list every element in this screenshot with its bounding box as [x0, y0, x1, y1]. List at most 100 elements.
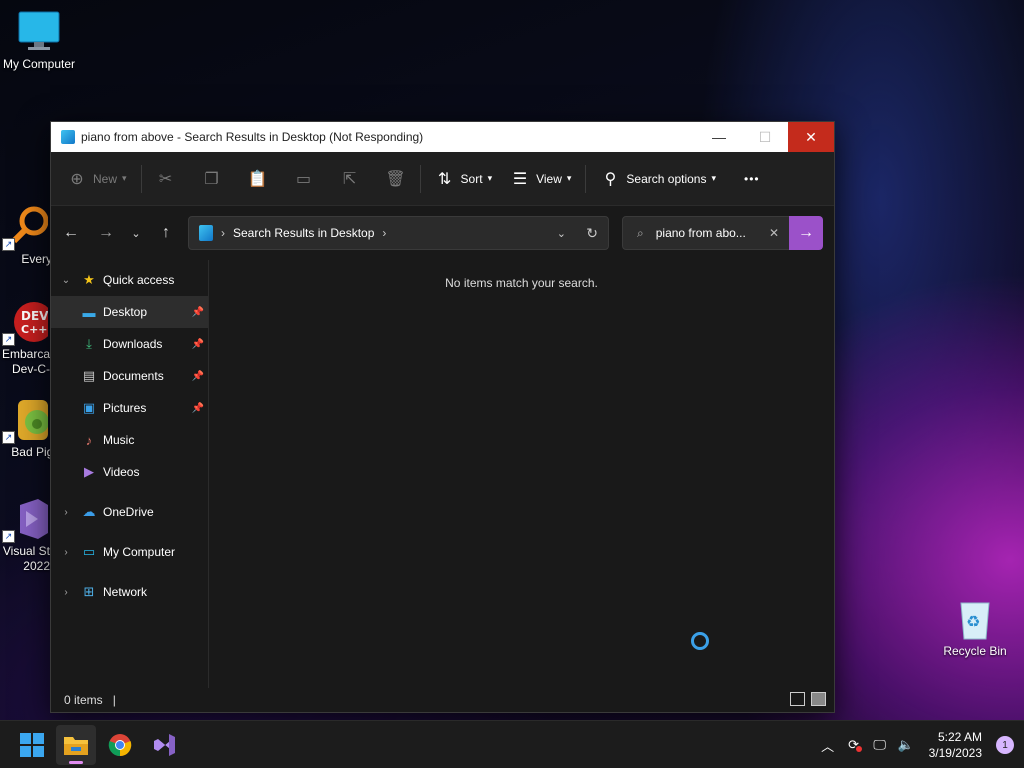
cut-button[interactable]: ✂ [156, 161, 176, 197]
clock[interactable]: 5:22 AM 3/19/2023 [929, 729, 982, 761]
up-button[interactable]: ↑ [151, 224, 181, 242]
chevron-right-icon: › [221, 226, 225, 240]
taskbar: ︿ ⟳ 🖵 🔈 5:22 AM 3/19/2023 1 [0, 720, 1024, 768]
maximize-button[interactable]: ☐ [742, 122, 788, 152]
shortcut-arrow-icon: ↗ [2, 238, 15, 251]
network-icon: ⊞ [83, 584, 95, 599]
chevron-down-icon: ▾ [711, 173, 717, 183]
document-icon: ▤ [82, 368, 96, 383]
search-options-button[interactable]: ⚲ Search options ▾ [600, 161, 716, 197]
file-list-pane[interactable]: No items match your search. [209, 260, 834, 688]
search-go-button[interactable]: → [789, 216, 823, 250]
delete-button[interactable]: 🗑 [385, 161, 406, 197]
search-icon: ⌕ [637, 225, 644, 240]
nav-item-downloads[interactable]: ⤓ Downloads 📌 [51, 328, 208, 360]
nav-label: Music [103, 433, 135, 447]
desktop-icon-label: Recycle Bin [943, 644, 1007, 658]
chevron-right-icon: › [64, 506, 68, 518]
nav-item-onedrive[interactable]: › ☁ OneDrive [51, 496, 208, 528]
desktop-icon-label: Visual St 2022 [2, 544, 50, 573]
minimize-button[interactable]: — [696, 122, 742, 152]
pin-icon[interactable]: 📌 [192, 371, 204, 382]
rename-button[interactable]: ▭ [294, 161, 314, 197]
taskbar-file-explorer[interactable] [56, 724, 96, 765]
chevron-right-icon: › [64, 546, 68, 558]
arrow-right-icon: → [98, 224, 114, 241]
toolbar-divider [585, 164, 587, 193]
nav-quick-access[interactable]: ⌄ ★ Quick access [51, 264, 208, 296]
chevron-right-icon: › [64, 586, 68, 598]
magnifier-icon: ↗ [2, 205, 49, 251]
devcpp-icon: DEV C++ ↗ [2, 300, 54, 346]
nav-item-my-computer[interactable]: › ▭ My Computer [51, 536, 208, 568]
command-bar: ⊕ New ▾ ✂ ❐ 📋 ▭ ⇱ 🗑 ⇅ Sort ▾ ☰ View ▾ ⚲ … [51, 152, 834, 206]
sync-status-icon[interactable]: ⟳ [841, 737, 867, 753]
chevron-down-icon: ▾ [487, 173, 493, 183]
visual-studio-icon: ↗ [2, 497, 48, 543]
details-view-icon[interactable] [790, 692, 805, 706]
search-input[interactable]: ⌕ piano from abo... ✕ [622, 216, 790, 250]
recent-locations-button[interactable]: ⌄ [121, 227, 151, 240]
nav-label: My Computer [103, 545, 176, 559]
forward-button[interactable]: → [91, 224, 121, 242]
folder-icon [64, 736, 88, 755]
clock-time: 5:22 AM [937, 730, 982, 744]
start-button[interactable] [12, 725, 52, 765]
show-hidden-icons-button[interactable]: ︿ [815, 736, 841, 755]
active-indicator [69, 760, 83, 764]
share-button[interactable]: ⇱ [340, 161, 360, 197]
back-button[interactable]: ← [56, 224, 86, 242]
arrow-up-icon: ↑ [162, 224, 170, 241]
share-icon: ⇱ [342, 170, 357, 188]
system-tray: ︿ ⟳ 🖵 🔈 5:22 AM 3/19/2023 1 [815, 721, 1024, 768]
nav-item-network[interactable]: › ⊞ Network [51, 576, 208, 608]
address-row: ← → ⌄ ↑ › Search Results in Desktop › ⌄ … [51, 206, 834, 260]
pin-icon[interactable]: 📌 [192, 339, 204, 350]
title-bar[interactable]: piano from above - Search Results in Des… [51, 122, 834, 152]
cloud-icon: ☁ [82, 504, 96, 519]
close-button[interactable]: ✕ [788, 122, 834, 152]
network-status-icon[interactable]: 🖵 [867, 737, 893, 753]
chevron-up-icon: ︿ [821, 738, 835, 754]
refresh-button[interactable]: ↻ [586, 225, 598, 242]
nav-item-documents[interactable]: ▤ Documents 📌 [51, 360, 208, 392]
recycle-bin-icon: ♻ [953, 597, 997, 641]
nav-item-videos[interactable]: ▶ Videos [51, 456, 208, 488]
clock-date: 3/19/2023 [928, 746, 982, 760]
taskbar-visual-studio[interactable] [144, 725, 184, 765]
desktop-icon-label: Embarca Dev-C- [1, 347, 50, 376]
computer-icon: ▭ [82, 544, 96, 559]
sort-button[interactable]: ⇅ Sort ▾ [435, 161, 493, 197]
large-icons-view-icon[interactable] [811, 692, 826, 706]
arrow-right-icon: → [798, 224, 814, 241]
view-button[interactable]: ☰ View ▾ [510, 161, 572, 197]
clear-search-button[interactable]: ✕ [769, 226, 779, 240]
shortcut-arrow-icon: ↗ [2, 333, 15, 346]
desktop-icon-my-computer[interactable]: My Computer [1, 10, 77, 72]
nav-item-desktop[interactable]: ▬ Desktop 📌 [51, 296, 208, 328]
pin-icon[interactable]: 📌 [192, 307, 204, 318]
address-dropdown-button[interactable]: ⌄ [557, 227, 566, 240]
taskbar-chrome[interactable] [100, 725, 140, 765]
shortcut-arrow-icon: ↗ [2, 530, 15, 543]
copy-button[interactable]: ❐ [202, 161, 222, 197]
chevron-down-icon: ⌄ [131, 227, 141, 240]
see-more-button[interactable]: ••• [744, 161, 760, 197]
paste-button[interactable]: 📋 [248, 161, 268, 197]
desktop-folder-icon: ▬ [82, 304, 96, 320]
new-button[interactable]: ⊕ New ▾ [67, 161, 126, 197]
volume-icon[interactable]: 🔈 [893, 737, 919, 753]
pin-icon[interactable]: 📌 [192, 403, 204, 414]
nav-label: Documents [103, 369, 164, 383]
pig-icon: ↗ [2, 398, 49, 444]
explorer-folder-icon [61, 130, 75, 144]
trash-icon: 🗑 [385, 170, 406, 188]
content-area: ⌄ ★ Quick access ▬ Desktop 📌 ⤓ Downloads… [51, 260, 834, 688]
address-bar[interactable]: › Search Results in Desktop › ⌄ ↻ [188, 216, 609, 250]
chevron-right-icon: › [382, 226, 387, 240]
nav-item-music[interactable]: ♪ Music [51, 424, 208, 456]
nav-item-pictures[interactable]: ▣ Pictures 📌 [51, 392, 208, 424]
chevron-down-icon: ▾ [566, 173, 572, 183]
desktop-icon-recycle-bin[interactable]: ♻ Recycle Bin [937, 597, 1013, 659]
notification-badge[interactable]: 1 [996, 736, 1014, 754]
